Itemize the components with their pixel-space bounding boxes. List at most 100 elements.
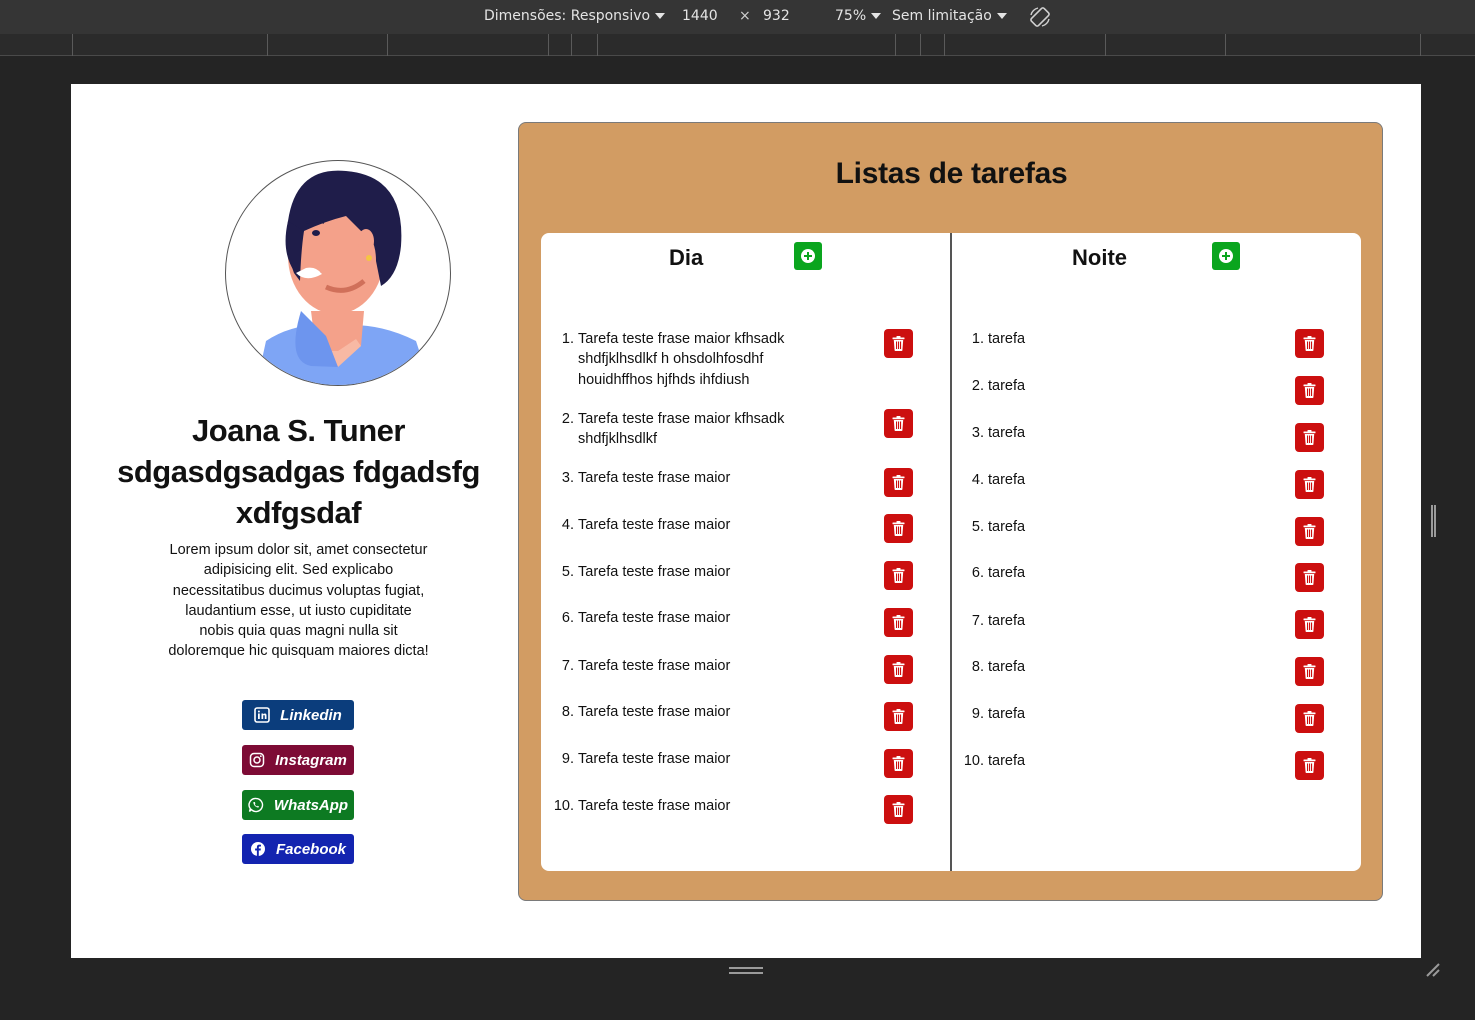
task-text: Tarefa teste frase maior (578, 704, 731, 720)
width-input[interactable]: 1440 (682, 8, 718, 24)
task-number: 7. (561, 658, 574, 674)
task-text: tarefa (988, 706, 1026, 722)
dimensions-label: Dimensões: Responsivo (484, 8, 651, 24)
task-number: 3. (971, 425, 984, 441)
trash-icon (892, 336, 905, 351)
delete-task-button[interactable] (884, 655, 913, 684)
avatar-illustration (256, 170, 431, 385)
task-item: 10. Tarefa teste frase maior (554, 796, 823, 816)
task-number: 2. (971, 378, 984, 394)
panel-title: Listas de tarefas (835, 157, 1068, 190)
task-panel: Listas de tarefas Dia 1. Tarefa teste fra… (518, 122, 1383, 901)
trash-icon (1303, 524, 1316, 539)
task-text: Tarefa teste frase maior (578, 751, 731, 767)
trash-icon (1303, 430, 1316, 445)
task-text: tarefa (988, 378, 1026, 394)
task-item: 9. Tarefa teste frase maior (562, 749, 823, 769)
delete-task-button[interactable] (884, 608, 913, 637)
delete-task-button[interactable] (1295, 704, 1324, 733)
task-item: 1. tarefa (972, 329, 1233, 349)
whatsapp-button[interactable]: WhatsApp (242, 790, 354, 820)
resize-handle-corner[interactable] (1425, 962, 1441, 978)
task-number: 2. (561, 411, 574, 427)
task-text: Tarefa teste frase maior (578, 798, 731, 814)
add-night-task-button[interactable] (1212, 242, 1240, 270)
rotate-icon[interactable] (1028, 5, 1052, 29)
task-number: 1. (561, 331, 574, 347)
task-number: 8. (561, 704, 574, 720)
trash-icon (892, 416, 905, 431)
trash-icon (892, 662, 905, 677)
task-number: 6. (971, 565, 984, 581)
task-text: tarefa (988, 613, 1026, 629)
whatsapp-label: WhatsApp (273, 796, 349, 814)
task-item: 9. tarefa (972, 704, 1233, 724)
task-number: 4. (971, 472, 984, 488)
delete-task-button[interactable] (884, 702, 913, 731)
task-item: 7. Tarefa teste frase maior (562, 656, 823, 676)
delete-task-button[interactable] (884, 329, 913, 358)
linkedin-label: Linkedin (280, 706, 342, 724)
height-input[interactable]: 932 (763, 8, 790, 24)
linkedin-icon (254, 707, 270, 723)
instagram-button[interactable]: Instagram (242, 745, 354, 775)
media-query-ruler (0, 34, 1475, 56)
linkedin-button[interactable]: Linkedin (242, 700, 354, 730)
delete-task-button[interactable] (1295, 329, 1324, 358)
task-number: 9. (971, 706, 984, 722)
task-lists-container: Dia 1. Tarefa teste frase maior kfhsadk s… (541, 233, 1361, 871)
task-text: Tarefa teste frase maior (578, 658, 731, 674)
delete-task-button[interactable] (884, 795, 913, 824)
delete-task-button[interactable] (884, 514, 913, 543)
zoom-value: 75% (835, 8, 867, 24)
task-text: tarefa (988, 425, 1026, 441)
height-value: 932 (763, 8, 790, 24)
delete-task-button[interactable] (884, 749, 913, 778)
trash-icon (892, 475, 905, 490)
trash-icon (1303, 336, 1316, 351)
trash-icon (1303, 711, 1316, 726)
delete-task-button[interactable] (1295, 751, 1324, 780)
facebook-button[interactable]: Facebook (242, 834, 354, 864)
chevron-down-icon (871, 13, 882, 19)
chevron-down-icon (996, 13, 1007, 19)
trash-icon (1303, 664, 1316, 679)
facebook-icon (250, 842, 265, 856)
instagram-icon (249, 752, 265, 768)
delete-task-button[interactable] (884, 468, 913, 497)
trash-icon (1303, 758, 1316, 773)
task-text: tarefa (988, 519, 1026, 535)
task-text: Tarefa teste frase maior kfhsadk shdfjkl… (578, 411, 785, 448)
delete-task-button[interactable] (884, 561, 913, 590)
task-number: 3. (561, 470, 574, 486)
delete-task-button[interactable] (1295, 563, 1324, 592)
resize-handle-right[interactable] (1431, 505, 1436, 537)
delete-task-button[interactable] (1295, 470, 1324, 499)
plus-circle-icon (801, 249, 815, 263)
trash-icon (1303, 383, 1316, 398)
delete-task-button[interactable] (884, 409, 913, 438)
resize-handle-bottom[interactable] (729, 967, 763, 974)
delete-task-button[interactable] (1295, 376, 1324, 405)
task-item: 1. Tarefa teste frase maior kfhsadk shdfj… (562, 329, 823, 390)
delete-task-button[interactable] (1295, 423, 1324, 452)
task-item: 4. Tarefa teste frase maior (562, 515, 823, 535)
trash-icon (892, 521, 905, 536)
task-item: 3. Tarefa teste frase maior (562, 468, 823, 488)
throttle-dropdown[interactable]: Sem limitação (892, 8, 1007, 24)
task-number: 6. (561, 610, 574, 626)
task-item: 8. Tarefa teste frase maior (562, 702, 823, 722)
task-text: tarefa (988, 565, 1026, 581)
task-number: 8. (971, 659, 984, 675)
task-text: Tarefa teste frase maior (578, 517, 731, 533)
dimensions-dropdown[interactable]: Dimensões: Responsivo (484, 8, 666, 24)
task-text: tarefa (988, 753, 1026, 769)
trash-icon (892, 709, 905, 724)
delete-task-button[interactable] (1295, 610, 1324, 639)
zoom-dropdown[interactable]: 75% (835, 8, 882, 24)
instagram-label: Instagram (275, 751, 347, 769)
delete-task-button[interactable] (1295, 517, 1324, 546)
delete-task-button[interactable] (1295, 657, 1324, 686)
throttle-value: Sem limitação (892, 8, 992, 24)
add-day-task-button[interactable] (794, 242, 822, 270)
